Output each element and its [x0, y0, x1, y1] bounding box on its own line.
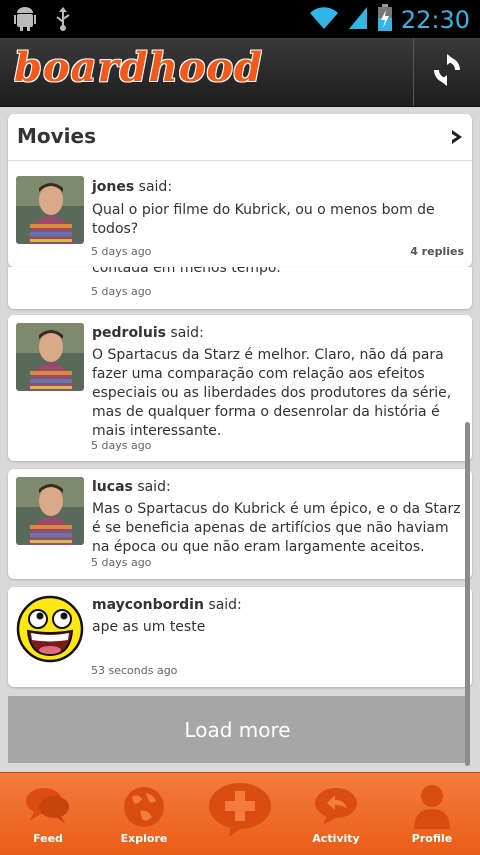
- avatar: [16, 595, 84, 663]
- topic-card: Movies jones said: Qual o pior filme do …: [8, 114, 472, 267]
- tab-label: Feed: [33, 832, 63, 845]
- tab-label: Explore: [120, 832, 168, 845]
- battery-charging-icon: [377, 4, 393, 36]
- signal-icon: [347, 5, 369, 35]
- tab-feed[interactable]: Feed: [0, 773, 96, 855]
- post-body: Qual o pior filme do Kubrick, ou o menos…: [92, 202, 435, 237]
- conversation-list[interactable]: Movies jones said: Qual o pior filme do …: [0, 106, 480, 772]
- action-bar: boardhood: [0, 38, 480, 107]
- post-time: 5 days ago: [91, 556, 152, 569]
- post-author[interactable]: pedroluis: [92, 325, 166, 341]
- usb-icon: [54, 6, 72, 36]
- post-card[interactable]: pedroluis said: O Spartacus da Starz é m…: [8, 315, 472, 461]
- wifi-icon: [309, 5, 339, 35]
- refresh-icon: [430, 53, 464, 91]
- said-label: said:: [170, 325, 204, 341]
- app-logo: boardhood: [14, 44, 264, 91]
- post-author-line: pedroluis said:: [92, 325, 204, 341]
- post-time: 53 seconds ago: [91, 664, 178, 677]
- post-author-line: mayconbordin said:: [92, 597, 242, 613]
- tab-new-post[interactable]: [192, 773, 288, 855]
- chevron-right-icon: [450, 129, 464, 149]
- post-author[interactable]: mayconbordin: [92, 597, 204, 613]
- post-card[interactable]: contada em menos tempo. 5 days ago: [8, 267, 472, 309]
- post-author-line: lucas said:: [92, 479, 171, 495]
- avatar: [16, 477, 84, 545]
- tab-profile[interactable]: Profile: [384, 773, 480, 855]
- reply-bubble-icon: [313, 785, 359, 831]
- post-time: 5 days ago: [91, 285, 152, 298]
- post-card[interactable]: mayconbordin said: ape as um teste 53 se…: [8, 587, 472, 687]
- post-time: 5 days ago: [91, 245, 152, 258]
- tab-activity[interactable]: Activity: [288, 773, 384, 855]
- post-author[interactable]: jones: [92, 179, 134, 195]
- avatar: [16, 176, 84, 244]
- person-icon: [412, 783, 452, 833]
- tab-label: Activity: [312, 832, 360, 845]
- post-card[interactable]: lucas said: Mas o Spartacus do Kubrick é…: [8, 469, 472, 579]
- tab-label: Profile: [411, 832, 453, 845]
- scrollbar[interactable]: [465, 422, 470, 766]
- reply-count[interactable]: 4 replies: [410, 245, 464, 258]
- said-label: said:: [138, 179, 173, 195]
- post-body: ape as um teste: [92, 619, 206, 635]
- speech-bubbles-icon: [24, 785, 72, 831]
- topic-header[interactable]: Movies: [8, 114, 472, 161]
- globe-icon: [122, 785, 166, 833]
- post-body: contada em menos tempo.: [92, 267, 281, 276]
- post-body: Mas o Spartacus do Kubrick é um épico, e…: [92, 501, 461, 555]
- clock: 22:30: [400, 6, 470, 34]
- android-debug-icon: [14, 6, 36, 36]
- said-label: said:: [208, 597, 242, 613]
- said-label: said:: [137, 479, 171, 495]
- post-body: O Spartacus da Starz é melhor. Claro, nã…: [92, 347, 452, 439]
- avatar: [16, 323, 84, 391]
- load-more-button[interactable]: Load more: [8, 696, 467, 763]
- status-bar: 22:30: [0, 0, 480, 38]
- topic-title: Movies: [17, 124, 97, 148]
- post-time: 5 days ago: [91, 439, 152, 452]
- post-author[interactable]: lucas: [92, 479, 133, 495]
- bottom-tab-bar: Feed Explore Activity Profile: [0, 772, 480, 855]
- add-post-icon: [207, 781, 273, 843]
- refresh-button[interactable]: [413, 38, 480, 106]
- tab-explore[interactable]: Explore: [96, 773, 192, 855]
- post-author-line: jones said:: [92, 179, 172, 195]
